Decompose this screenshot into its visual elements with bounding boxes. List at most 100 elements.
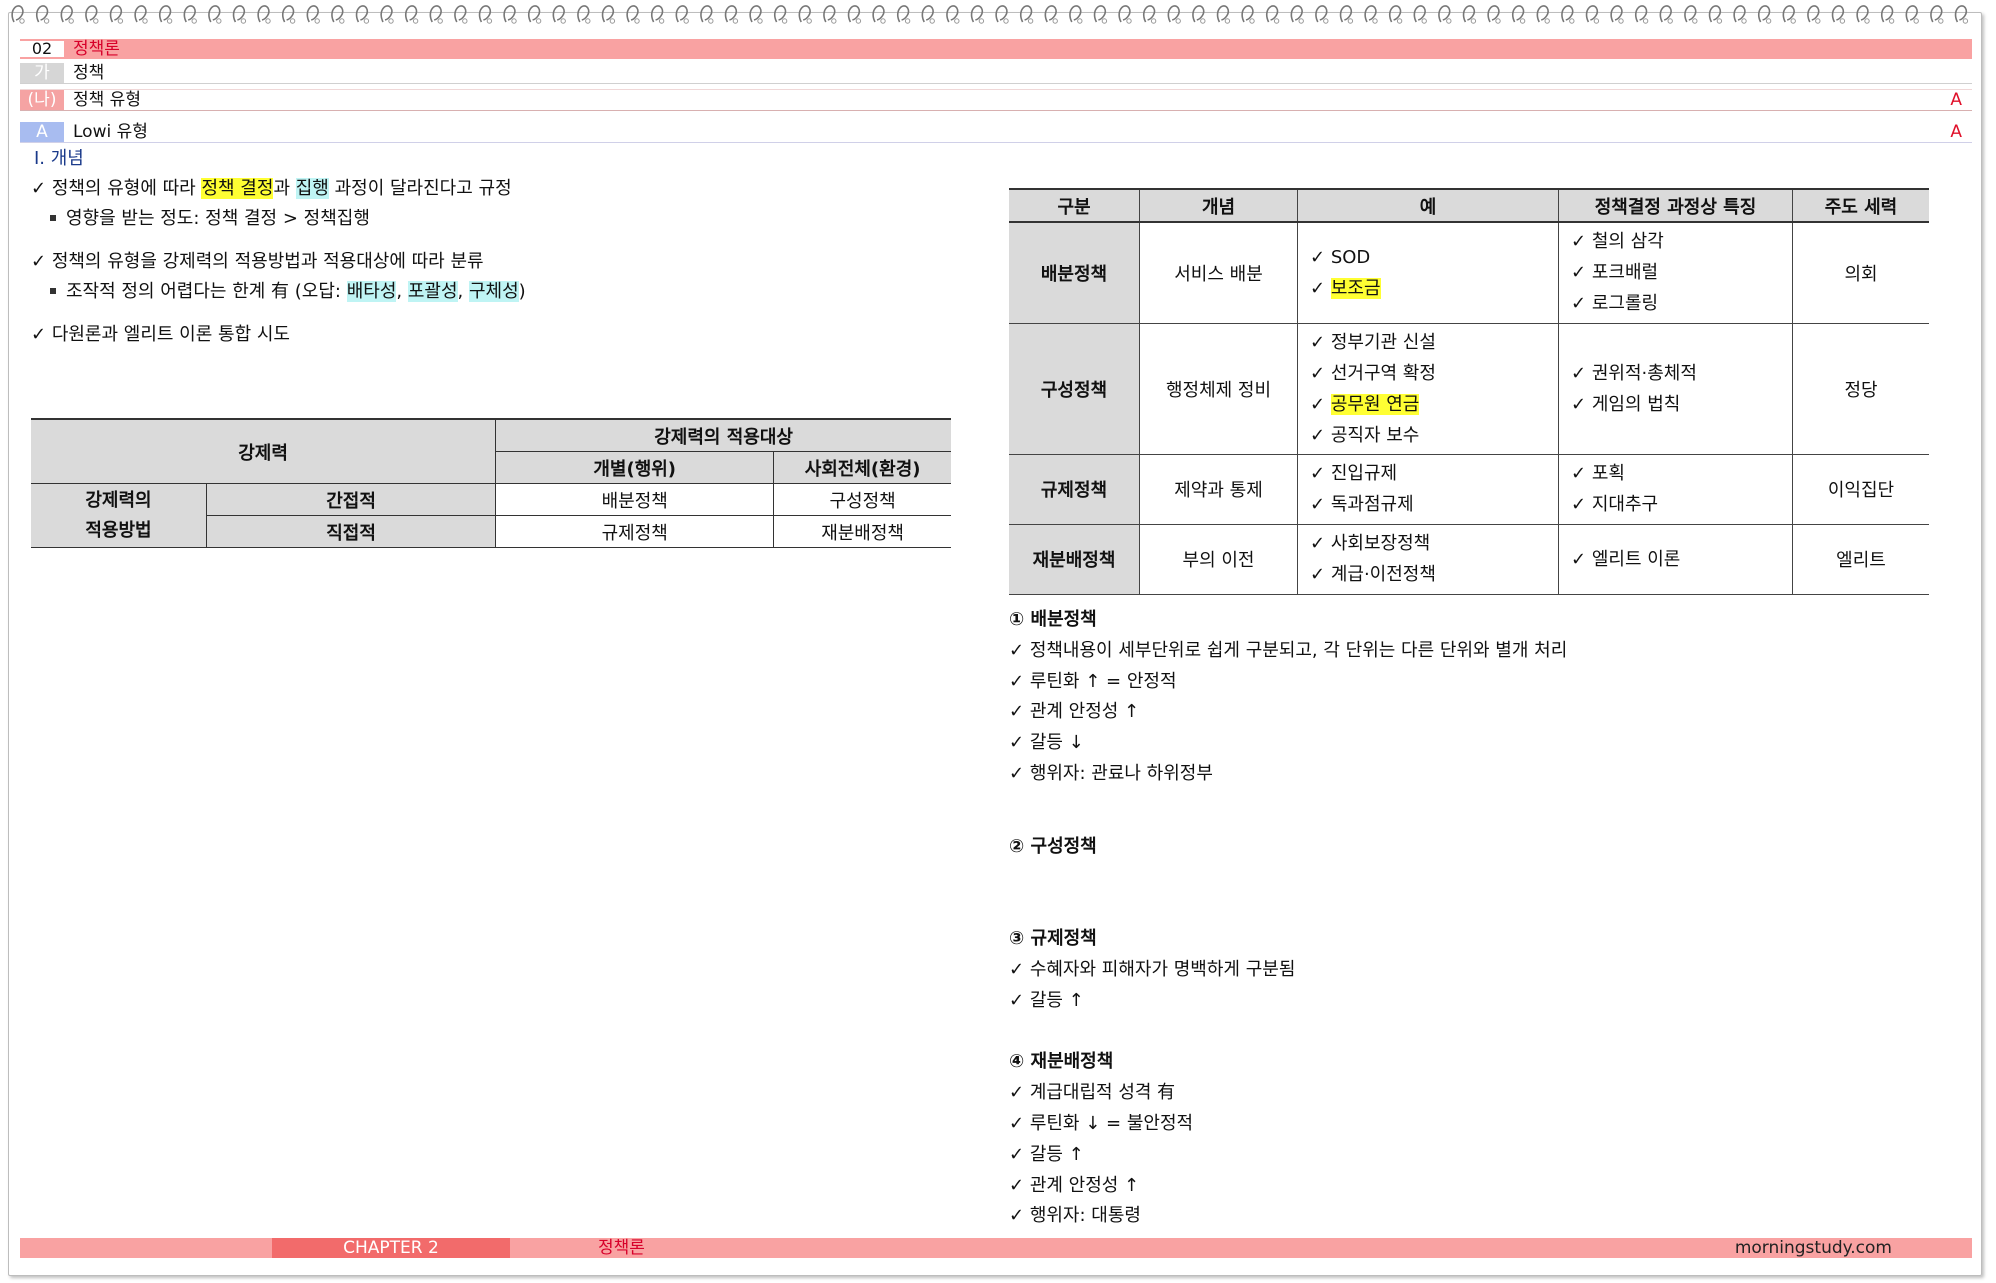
spiral-hole: [1593, 18, 1600, 24]
list-item: ✓ 계급대립적 성격 有: [1009, 1082, 1176, 1103]
check-icon: ✓: [1571, 262, 1587, 284]
spiral-hole: [216, 18, 222, 24]
check-icon: ✓: [31, 324, 52, 345]
spiral-hole: [855, 18, 862, 24]
spiral-hole: [486, 18, 493, 24]
check-icon: ✓: [1571, 393, 1587, 415]
check-icon: ✓: [1009, 959, 1030, 980]
list-item: ✓ 선거구역 확정: [1310, 362, 1436, 384]
notebook-page: 02 정책론 가 정책 (나) 정책 유형 A A Lowi 유형 A Ⅰ. 개…: [0, 0, 1996, 1283]
note-redistributive-title: ④ 재분배정책: [1009, 1051, 1114, 1072]
spiral-hole: [1667, 18, 1673, 24]
header-features: 정책결정 과정상 특징: [1558, 188, 1793, 223]
list-item: ✓ 보조금: [1310, 277, 1381, 299]
page-footer: CHAPTER 2 정책론 morningstudy.com: [20, 1238, 1972, 1258]
row-type: 재분배정책: [1009, 524, 1140, 595]
cell-redistributive: 재분배정책: [773, 515, 951, 548]
highlight-policy-decision: 정책 결정: [201, 178, 274, 199]
footer-site: morningstudy.com: [1734, 1238, 1892, 1258]
list-item: ✓ 관계 안정성 ↑: [1009, 701, 1140, 722]
check-icon: ✓: [1009, 640, 1030, 661]
list-item: ✓ 로그롤링: [1571, 293, 1659, 315]
spiral-hole: [1569, 18, 1575, 24]
spiral-hole: [1323, 18, 1329, 24]
bullet-square-icon: [50, 214, 56, 221]
spiral-hole: [1692, 18, 1698, 24]
col-society: 사회전체(환경): [773, 451, 951, 484]
check-icon: ✓: [1009, 732, 1030, 753]
spiral-hole: [1741, 18, 1747, 24]
spiral-hole: [1642, 18, 1649, 24]
list-item: ✓ 갈등 ↑: [1009, 990, 1084, 1011]
col-individual: 개별(행위): [495, 451, 775, 484]
spiral-hole: [1913, 18, 1919, 24]
spiral-hole: [658, 18, 665, 24]
spiral-hole: [1126, 18, 1132, 24]
spiral-hole: [1421, 18, 1427, 24]
spiral-hole: [117, 18, 124, 24]
spiral-hole: [1716, 18, 1723, 24]
list-item: ✓ 루틴화 ↑ = 안정적: [1009, 671, 1177, 692]
check-icon: ✓: [1009, 1082, 1030, 1103]
spiral-hole: [1839, 18, 1846, 24]
spiral-hole: [1396, 18, 1403, 24]
check-icon: ✓: [1310, 424, 1326, 446]
spiral-hole: [68, 18, 74, 24]
footer-chapter: CHAPTER 2: [272, 1238, 510, 1258]
list-item: ✓ 권위적·총체적: [1571, 362, 1697, 384]
spiral-hole: [1888, 18, 1895, 24]
table-header-row: 구분 개념 예 정책결정 과정상 특징 주도 세력: [1009, 188, 1929, 223]
list-item: ✓ 독과점규제: [1310, 494, 1414, 515]
row-features: ✓ 철의 삼각 ✓ 포크배럴 ✓ 로그롤링: [1558, 222, 1793, 324]
list-item: ✓ 행위자: 관료나 하위정부: [1009, 763, 1213, 784]
list-item: ✓ 포획: [1571, 463, 1625, 484]
list-item: ✓ 갈등 ↑: [1009, 1144, 1084, 1165]
spiral-hole: [1962, 18, 1969, 24]
chapter-number: 02: [20, 41, 64, 57]
subsection-title: 정책 유형: [73, 90, 141, 110]
policy-types-table: 구분 개념 예 정책결정 과정상 특징 주도 세력 배분정책 서비스 배분 ✓ …: [1009, 188, 1929, 595]
table-row: 재분배정책 부의 이전 ✓ 사회보장정책 ✓ 계급·이전정책 ✓ 엘리트 이론 …: [1009, 524, 1929, 595]
spiral-hole: [609, 18, 616, 24]
spiral-hole: [781, 18, 788, 24]
row-concept: 제약과 통제: [1139, 454, 1298, 525]
spiral-hole: [1470, 18, 1477, 24]
spiral-hole: [1618, 18, 1624, 24]
list-item: ✓ 행위자: 대통령: [1009, 1205, 1141, 1226]
check-icon: ✓: [1310, 533, 1326, 554]
check-icon: ✓: [1310, 494, 1326, 515]
note-regulatory-title: ③ 규제정책: [1009, 928, 1097, 949]
cell-regulatory: 규제정책: [495, 515, 775, 548]
row-features: ✓ 포획 ✓ 지대추구: [1558, 454, 1793, 525]
row-type: 규제정책: [1009, 454, 1140, 525]
header-type: 구분: [1009, 188, 1140, 223]
spiral-hole: [462, 18, 468, 24]
spiral-hole: [240, 18, 247, 24]
list-item: ✓ SOD: [1310, 246, 1371, 268]
list-item: ✓ 갈등 ↓: [1009, 732, 1084, 753]
concept-sub-2: 조작적 정의 어렵다는 한계 有 (오답: 배타성, 포괄성, 구체성): [50, 281, 526, 303]
spiral-hole: [191, 18, 197, 24]
cell-constituent: 구성정책: [773, 483, 951, 516]
spiral-hole: [1864, 18, 1870, 24]
concept-sub-1: 영향을 받는 정도: 정책 결정 > 정책집행: [50, 208, 370, 230]
row-examples: ✓ 진입규제 ✓ 독과점규제: [1297, 454, 1559, 525]
row-type: 배분정책: [1009, 222, 1140, 324]
spiral-hole: [1544, 18, 1550, 24]
spiral-hole: [339, 18, 345, 24]
list-item: ✓ 철의 삼각: [1571, 231, 1664, 253]
spiral-hole: [1077, 18, 1083, 24]
section-bar: 가 정책: [20, 63, 1972, 84]
spiral-hole: [683, 18, 689, 24]
check-icon: ✓: [1310, 463, 1326, 484]
check-icon: ✓: [1009, 701, 1030, 722]
spiral-hole: [511, 18, 517, 24]
spiral-hole: [831, 18, 837, 24]
subsection-bar: (나) 정책 유형 A: [20, 89, 1972, 111]
row-examples: ✓ SOD ✓ 보조금: [1297, 222, 1559, 324]
check-icon: ✓: [1571, 293, 1587, 315]
row-examples: ✓ 사회보장정책 ✓ 계급·이전정책: [1297, 524, 1559, 595]
concept-line-3: ✓ 다원론과 엘리트 이론 통합 시도: [31, 324, 290, 345]
header-actor: 주도 세력: [1792, 188, 1929, 223]
list-item: ✓ 지대추구: [1571, 494, 1659, 515]
